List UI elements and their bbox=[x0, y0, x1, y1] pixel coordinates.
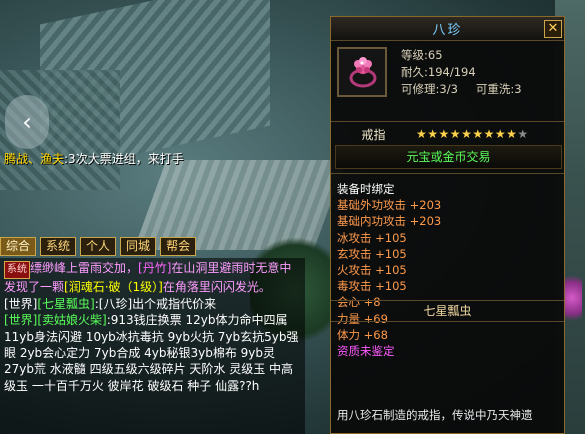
star-filled-icon: ★ bbox=[494, 127, 507, 141]
star-filled-icon: ★ bbox=[438, 127, 450, 141]
system-badge: 系统 bbox=[4, 261, 30, 280]
star-filled-icon: ★ bbox=[472, 127, 484, 141]
attribute-line: 基础内功攻击 +203 bbox=[337, 214, 442, 229]
chat-segment[interactable]: [八珍] bbox=[99, 297, 132, 311]
attribute-line: 毒攻击 +105 bbox=[337, 279, 407, 294]
back-button[interactable]: ‹ bbox=[5, 95, 49, 149]
attribute-line: 冰攻击 +105 bbox=[337, 230, 407, 245]
chat-segment[interactable]: [七星瓢虫] bbox=[37, 297, 94, 311]
star-filled-icon: ★ bbox=[416, 127, 428, 141]
category-row: 戒指 ★★★★★★★★★★ bbox=[331, 123, 564, 145]
attribute-line: 体力 +68 bbox=[337, 327, 388, 342]
aptitude-status: 资质未鉴定 bbox=[337, 344, 395, 359]
chat-segment[interactable]: [世界][卖姑娘火柴] bbox=[4, 313, 107, 327]
star-filled-icon: ★ bbox=[483, 127, 495, 141]
star-filled-icon: ★ bbox=[461, 127, 473, 141]
chat-tabs: 综合 系统 个人 同城 帮会 bbox=[0, 237, 197, 256]
star-rating: ★★★★★★★★★★ bbox=[416, 127, 529, 141]
ring-icon bbox=[349, 57, 377, 88]
item-repair: 可修理:3/3 bbox=[401, 82, 458, 96]
tab-local[interactable]: 同城 bbox=[120, 237, 157, 256]
item-repair-row: 可修理:3/3 可重洗:3 bbox=[401, 81, 522, 98]
star-filled-icon: ★ bbox=[449, 127, 462, 141]
close-button[interactable]: ✕ bbox=[544, 20, 562, 38]
item-category: 戒指 bbox=[361, 127, 386, 142]
trade-type: 元宝或金币交易 bbox=[335, 145, 562, 169]
item-icon-frame[interactable] bbox=[337, 47, 387, 97]
item-level: 等级:65 bbox=[401, 48, 443, 62]
scene-chat-message: 腾战、渔夫:3次大票进组，来打手 bbox=[4, 150, 184, 167]
tab-general[interactable]: 综合 bbox=[0, 237, 37, 256]
bind-type: 装备时绑定 bbox=[337, 182, 395, 196]
chat-line: 系统 缥缈峰上雷雨交加，[丹竹]在山洞里避雨时无意中发现了一颗[润魂石·破（1级）… bbox=[4, 260, 301, 296]
attribute-line: 基础外功攻击 +203 bbox=[337, 198, 442, 213]
divider bbox=[331, 321, 564, 322]
chat-line: [世界][卖姑娘火柴]:913钱庄换票 12yb体力命中四属 11yb身法闪避 … bbox=[4, 312, 301, 394]
tab-personal[interactable]: 个人 bbox=[80, 237, 117, 256]
chat-log[interactable]: 系统 缥缈峰上雷雨交加，[丹竹]在山洞里避雨时无意中发现了一颗[润魂石·破（1级）… bbox=[0, 258, 305, 434]
item-rewash: 可重洗:3 bbox=[475, 82, 522, 96]
attribute-line: 火攻击 +105 bbox=[337, 263, 407, 278]
chat-segment[interactable]: [世界] bbox=[4, 297, 37, 311]
attribute-line: 玄攻击 +105 bbox=[337, 246, 407, 261]
tooltip-header: 八珍 bbox=[331, 17, 564, 41]
chat-segment[interactable]: [润魂石·破（1级）] bbox=[64, 280, 163, 294]
chat-segment: 出个戒指代价来 bbox=[132, 296, 217, 311]
item-tooltip: 八珍 ✕ 等级:65 耐久:194/194 可修理:3/3 可重洗:3 戒指 ★… bbox=[330, 16, 565, 434]
chevron-left-icon: ‹ bbox=[22, 108, 32, 136]
divider bbox=[331, 173, 564, 174]
chat-line: [世界][七星瓢虫]:[八珍]出个戒指代价来 bbox=[4, 296, 301, 312]
star-filled-icon: ★ bbox=[427, 127, 439, 141]
chat-segment: 缥缈峰上雷雨交加， bbox=[30, 261, 139, 275]
chat-segment: 在角落里闪闪发光。 bbox=[162, 280, 271, 295]
divider bbox=[331, 121, 564, 122]
star-empty-icon: ★ bbox=[517, 127, 529, 141]
scene-character bbox=[562, 268, 582, 328]
chat-sender[interactable]: 腾战、渔夫 bbox=[4, 152, 64, 166]
item-attributes: 装备时绑定 基础外功攻击 +203 基础内功攻击 +203 冰攻击 +105 玄攻击 … bbox=[337, 181, 441, 359]
tab-system[interactable]: 系统 bbox=[40, 237, 77, 256]
item-durability: 耐久:194/194 bbox=[401, 65, 476, 79]
item-maker: 七星瓢虫 bbox=[423, 304, 472, 318]
tab-guild[interactable]: 帮会 bbox=[160, 237, 197, 256]
item-description: 用八珍石制造的戒指，传说中乃天神遗 bbox=[337, 408, 533, 422]
chat-segment[interactable]: [丹竹] bbox=[138, 261, 171, 275]
close-icon: ✕ bbox=[547, 21, 559, 36]
star-filled-icon: ★ bbox=[506, 127, 518, 141]
chat-text: :3次大票进组，来打手 bbox=[64, 152, 184, 166]
item-title: 八珍 bbox=[432, 23, 463, 38]
